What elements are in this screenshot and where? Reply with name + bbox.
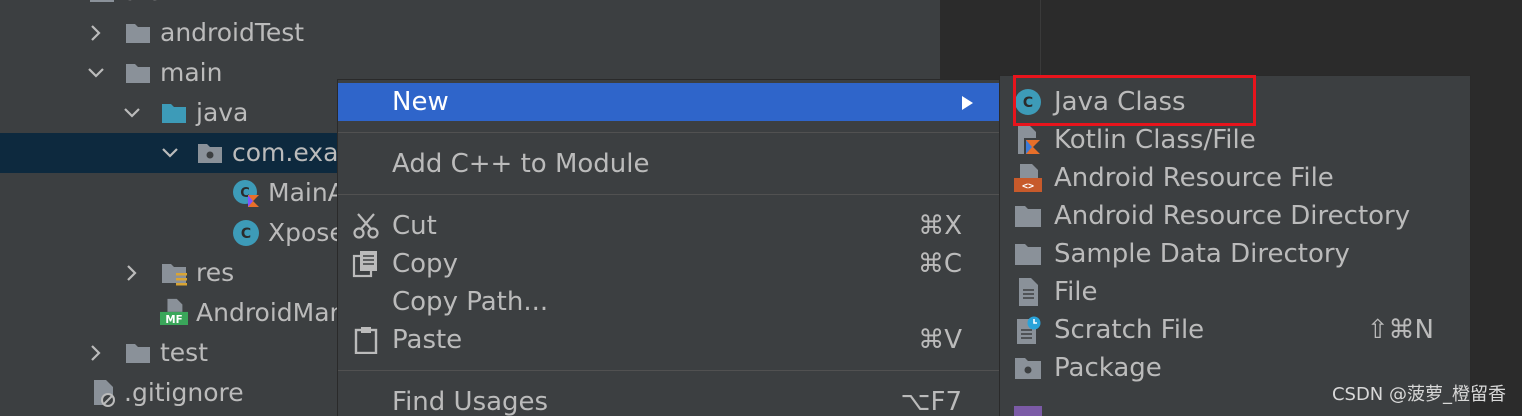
menu-item-new[interactable]: New bbox=[338, 83, 1000, 121]
tree-item-label: main bbox=[160, 58, 223, 87]
menu-item-label: New bbox=[392, 87, 449, 117]
copy-icon bbox=[352, 251, 377, 278]
submenu-item-label: File bbox=[1054, 277, 1098, 307]
kotlin-file-icon bbox=[1018, 126, 1040, 154]
tree-item-label: res bbox=[196, 258, 235, 287]
submenu-item-kotlin[interactable]: Kotlin Class/File bbox=[1000, 121, 1470, 159]
menu-item-label: Paste bbox=[392, 325, 463, 355]
package-icon bbox=[1015, 358, 1041, 379]
menu-item-label: Cut bbox=[392, 211, 437, 241]
android-resource-file-icon: <> bbox=[1014, 164, 1042, 192]
submenu-item-label: Kotlin Class/File bbox=[1054, 125, 1256, 155]
submenu-item-sample-data-directory[interactable]: Sample Data Directory bbox=[1000, 235, 1470, 273]
context-menu: New Add C++ to Module Cut ⌘X Copy ⌘C Cop… bbox=[338, 80, 1000, 416]
menu-item-shortcut: ⌘C bbox=[917, 249, 962, 279]
menu-item-find-usages[interactable]: Find Usages ⌥F7 bbox=[338, 383, 1000, 416]
menu-item-shortcut: ⌘V bbox=[918, 325, 962, 355]
folder-icon bbox=[126, 344, 150, 363]
tree-item-label: src bbox=[124, 0, 161, 6]
menu-item-label: Copy Path... bbox=[392, 287, 549, 317]
tree-item-label: .gitignore bbox=[124, 378, 244, 407]
menu-separator bbox=[338, 132, 1000, 133]
menu-separator bbox=[338, 370, 1000, 371]
menu-item-copy[interactable]: Copy ⌘C bbox=[338, 245, 1000, 283]
menu-item-paste[interactable]: Paste ⌘V bbox=[338, 321, 1000, 359]
svg-text:<>: <> bbox=[1022, 181, 1034, 192]
tree-item-label: java bbox=[196, 98, 249, 127]
tree-row[interactable]: src bbox=[0, 0, 940, 12]
menu-item-cut[interactable]: Cut ⌘X bbox=[338, 207, 1000, 245]
menu-separator bbox=[338, 194, 1000, 195]
manifest-icon: MF bbox=[160, 298, 188, 325]
submenu-item-scratch-file[interactable]: Scratch File ⇧⌘N bbox=[1000, 311, 1470, 349]
chevron-down-icon[interactable] bbox=[86, 63, 106, 83]
submenu-item-shortcut: ⇧⌘N bbox=[1366, 315, 1434, 345]
chevron-right-icon[interactable] bbox=[86, 343, 106, 363]
clipboard-icon bbox=[354, 327, 378, 354]
menu-item-label: Find Usages bbox=[392, 387, 549, 416]
ignored-file-icon bbox=[94, 380, 115, 407]
menu-item-copy-path[interactable]: Copy Path... bbox=[338, 283, 1000, 321]
tree-item-label: AndroidMan bbox=[196, 298, 346, 327]
tree-item-label: Xpose bbox=[268, 218, 345, 247]
scratch-file-icon bbox=[1017, 316, 1041, 344]
resource-folder-icon bbox=[162, 264, 187, 286]
submenu-item-android-resource-file[interactable]: <> Android Resource File bbox=[1000, 159, 1470, 197]
chevron-down-icon[interactable] bbox=[160, 143, 180, 163]
menu-item-label: Add C++ to Module bbox=[392, 149, 650, 179]
folder-icon bbox=[90, 0, 114, 2]
kotlin-class-icon: C bbox=[233, 180, 259, 207]
new-submenu: C Java Class Kotlin Class/File <> Androi… bbox=[1000, 76, 1470, 416]
folder-icon bbox=[1015, 244, 1041, 265]
chevron-right-icon[interactable] bbox=[86, 23, 106, 43]
source-folder-icon bbox=[162, 104, 186, 123]
menu-item-shortcut: ⌥F7 bbox=[900, 387, 962, 416]
submenu-item-android-resource-directory[interactable]: Android Resource Directory bbox=[1000, 197, 1470, 235]
package-icon bbox=[198, 144, 222, 163]
chevron-down-icon[interactable] bbox=[122, 103, 142, 123]
next-item-icon bbox=[1014, 406, 1042, 416]
menu-item-label: Copy bbox=[392, 249, 458, 279]
tree-item-label: test bbox=[160, 338, 209, 367]
folder-icon bbox=[126, 24, 150, 43]
tree-row-androidtest[interactable]: androidTest bbox=[0, 13, 940, 53]
menu-item-add-cpp[interactable]: Add C++ to Module bbox=[338, 145, 1000, 183]
submenu-item-label: Scratch File bbox=[1054, 315, 1205, 345]
file-icon bbox=[1019, 278, 1038, 306]
tree-item-label: androidTest bbox=[160, 18, 305, 47]
folder-icon bbox=[1015, 206, 1041, 227]
folder-icon bbox=[126, 64, 150, 83]
chevron-right-icon[interactable] bbox=[122, 263, 142, 283]
submenu-item-label: Android Resource File bbox=[1054, 163, 1334, 193]
svg-text:MF: MF bbox=[165, 314, 182, 325]
tree-item-label: com.exar bbox=[232, 138, 349, 167]
menu-item-shortcut: ⌘X bbox=[918, 211, 962, 241]
submenu-item-label: Sample Data Directory bbox=[1054, 239, 1350, 269]
highlight-box bbox=[1013, 75, 1256, 126]
watermark: CSDN @菠萝_橙留香 bbox=[1331, 384, 1506, 405]
java-class-icon: C bbox=[233, 220, 259, 246]
submenu-item-label: Android Resource Directory bbox=[1054, 201, 1411, 231]
svg-text:C: C bbox=[241, 226, 251, 242]
submenu-arrow-icon bbox=[962, 96, 973, 110]
scissors-icon bbox=[353, 213, 379, 239]
tree-item-label: MainA bbox=[268, 178, 345, 207]
submenu-item-file[interactable]: File bbox=[1000, 273, 1470, 311]
submenu-item-label: Package bbox=[1054, 353, 1162, 383]
